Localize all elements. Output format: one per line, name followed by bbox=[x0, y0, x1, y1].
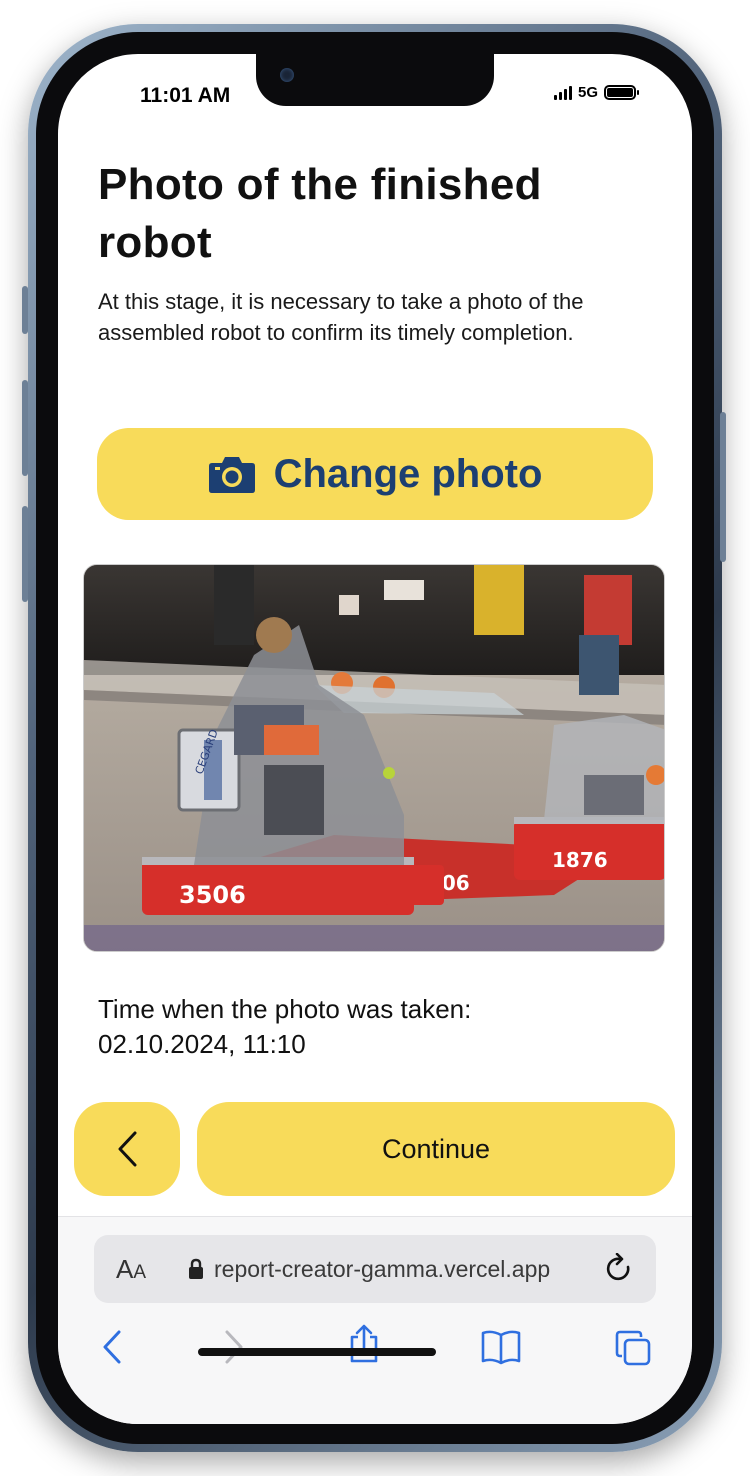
front-camera bbox=[280, 68, 294, 82]
browser-bar: AA report-creator-gamma.vercel.app bbox=[58, 1216, 692, 1424]
status-time: 11:01 AM bbox=[140, 84, 231, 107]
side-button bbox=[22, 506, 28, 602]
back-button[interactable] bbox=[74, 1102, 180, 1196]
address-bar[interactable]: AA report-creator-gamma.vercel.app bbox=[94, 1235, 656, 1303]
reload-icon[interactable] bbox=[604, 1253, 634, 1285]
continue-button[interactable]: Continue bbox=[197, 1102, 675, 1196]
change-photo-button[interactable]: Change photo bbox=[97, 428, 653, 520]
home-indicator[interactable] bbox=[198, 1348, 436, 1356]
text-size-large: A bbox=[116, 1253, 134, 1284]
phone-screen: 11:01 AM 5G Photo of the finished robot … bbox=[58, 54, 692, 1424]
lock-icon bbox=[189, 1258, 203, 1279]
notch bbox=[256, 54, 494, 106]
network-type: 5G bbox=[577, 84, 598, 101]
signal-icon bbox=[553, 85, 572, 100]
forward-arrow-icon[interactable] bbox=[222, 1329, 246, 1365]
tabs-icon[interactable] bbox=[614, 1329, 652, 1367]
bookmarks-icon[interactable] bbox=[480, 1329, 522, 1365]
url-display[interactable]: report-creator-gamma.vercel.app bbox=[188, 1256, 550, 1283]
chevron-left-icon bbox=[118, 1131, 137, 1167]
robot-number-second: 1876 bbox=[552, 848, 608, 872]
page-title: Photo of the finished robot bbox=[98, 160, 542, 267]
text-size-small: A bbox=[133, 1261, 147, 1283]
timestamp-value: 02.10.2024, 11:10 bbox=[98, 1029, 306, 1059]
camera-icon bbox=[208, 457, 255, 493]
timestamp-label: Time when the photo was taken: bbox=[98, 994, 472, 1024]
battery-icon bbox=[604, 85, 639, 100]
robot-number-main: 3506 bbox=[179, 881, 246, 909]
status-icons: 5G bbox=[553, 84, 639, 101]
side-button bbox=[22, 286, 28, 334]
url-text: report-creator-gamma.vercel.app bbox=[214, 1255, 551, 1282]
page-description: At this stage, it is necessary to take a… bbox=[98, 289, 584, 345]
back-arrow-icon[interactable] bbox=[100, 1329, 124, 1365]
robot-photo[interactable]: 3506 3506 CEGARD 1876 bbox=[83, 564, 665, 952]
text-size-button[interactable]: AA bbox=[116, 1254, 146, 1285]
side-button bbox=[22, 380, 28, 476]
change-photo-label: Change photo bbox=[273, 451, 543, 496]
share-icon[interactable] bbox=[346, 1323, 382, 1363]
side-button bbox=[720, 412, 726, 562]
